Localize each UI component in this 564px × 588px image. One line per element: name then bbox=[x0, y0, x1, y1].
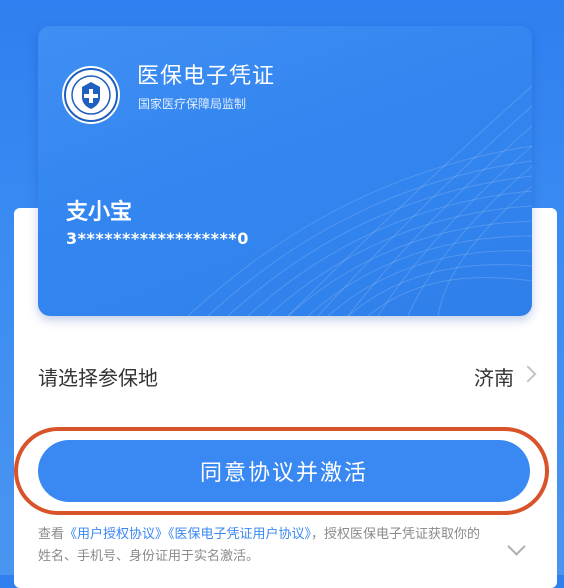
insured-region-selector[interactable]: 请选择参保地 济南 bbox=[38, 354, 538, 398]
agree-and-activate-button[interactable]: 同意协议并激活 bbox=[38, 440, 530, 502]
user-authorization-agreement-link[interactable]: 《用户授权协议》 bbox=[64, 527, 168, 542]
masked-id-number: 3******************0 bbox=[66, 229, 249, 248]
national-healthcare-security-emblem-icon bbox=[62, 66, 120, 124]
insurance-card: 医保电子凭证 国家医疗保障局监制 支小宝 3******************… bbox=[38, 26, 532, 316]
region-label: 请选择参保地 bbox=[38, 366, 158, 390]
card-title: 医保电子凭证 bbox=[137, 64, 276, 89]
agreement-prefix: 查看 bbox=[38, 527, 65, 542]
medical-insurance-user-agreement-link[interactable]: 《医保电子凭证用户协议》 bbox=[168, 527, 311, 542]
card-subtitle: 国家医疗保障局监制 bbox=[138, 97, 247, 111]
chevron-right-icon bbox=[519, 365, 537, 383]
agreement-notice: 查看《用户授权协议》《医保电子凭证用户协议》，授权医保电子凭证获取你的姓名、手机… bbox=[38, 524, 490, 568]
card-holder-name: 支小宝 bbox=[66, 200, 133, 225]
region-value: 济南 bbox=[474, 366, 514, 390]
